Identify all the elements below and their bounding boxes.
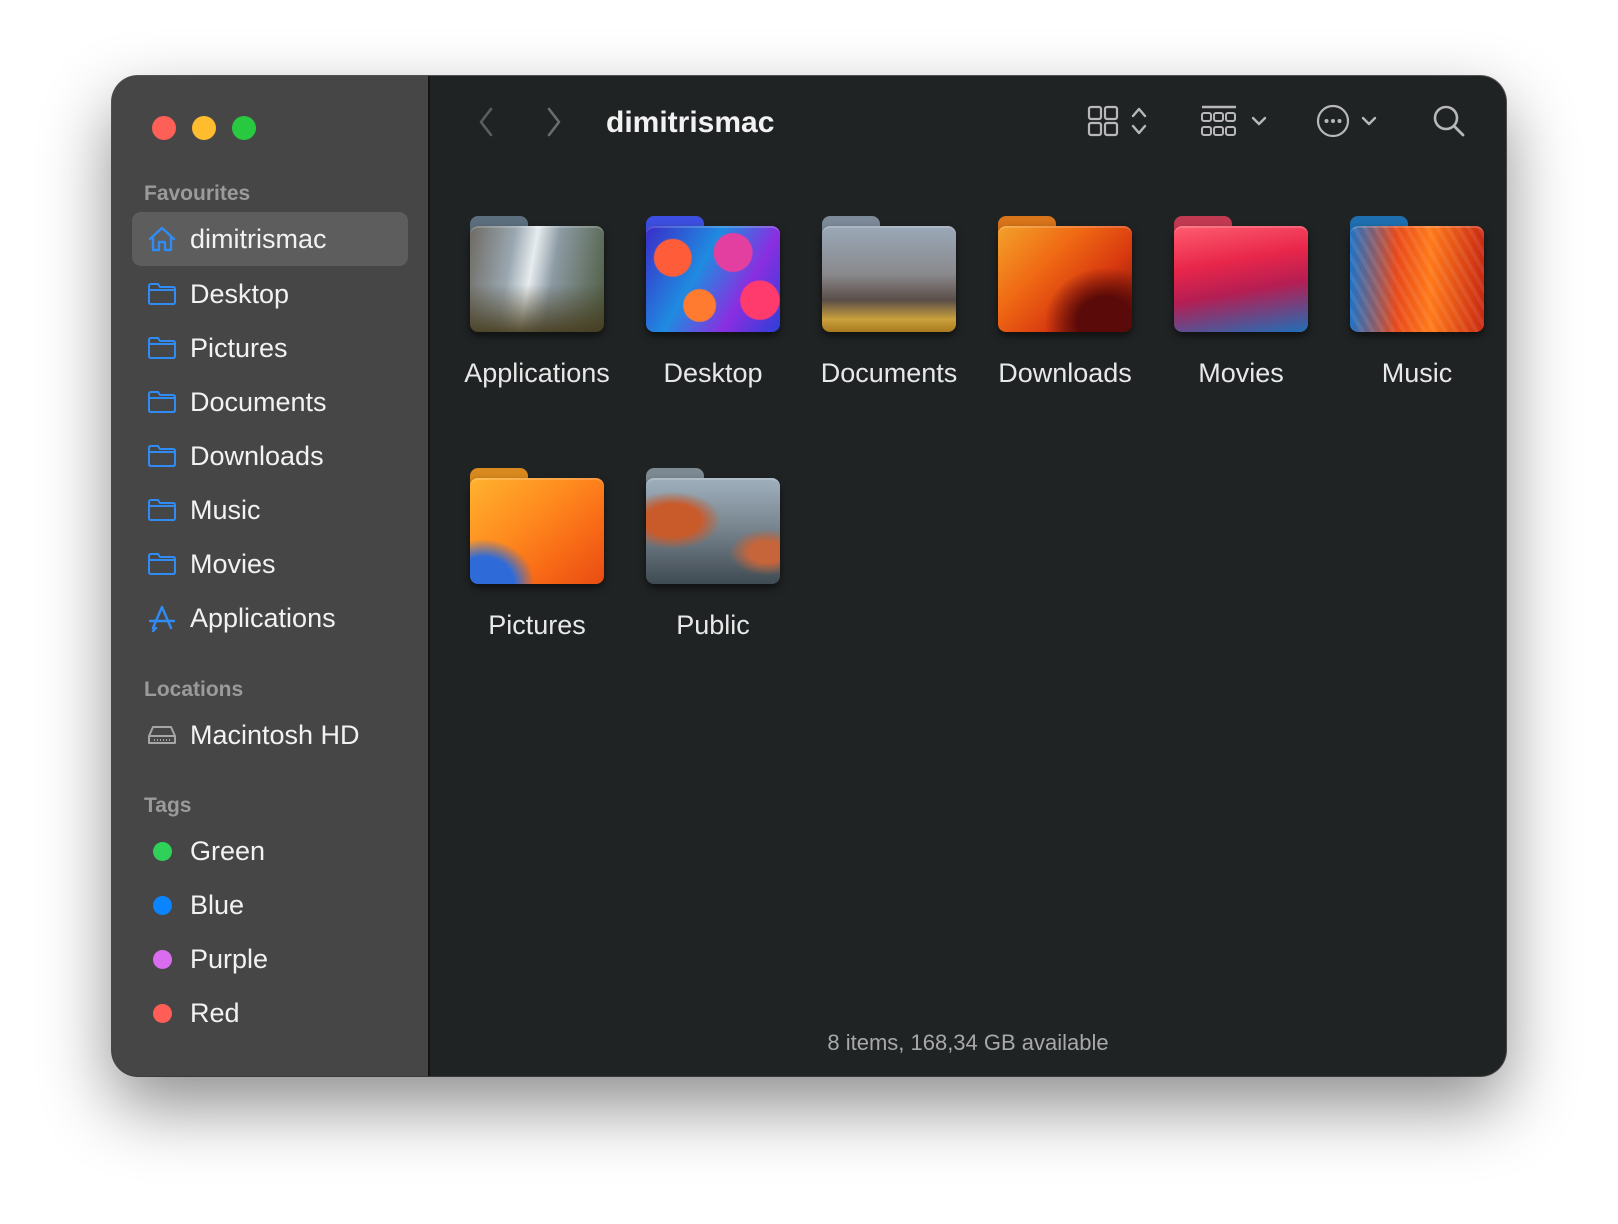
folder-icon (144, 336, 180, 360)
locations-heading: Locations (144, 678, 244, 701)
file-name: Music (1381, 358, 1453, 388)
ellipsis-circle-icon (1316, 104, 1350, 143)
chevron-left-icon (478, 107, 494, 142)
sidebar-item-label: Green (190, 835, 266, 866)
folder-icon (144, 390, 180, 414)
green-tag-dot-icon (152, 841, 172, 861)
purple-tag-dot-icon (152, 949, 172, 969)
chevron-down-icon (1360, 104, 1378, 143)
close-window-button[interactable] (152, 116, 176, 140)
search-button[interactable] (1432, 104, 1466, 143)
sidebar-item-tag-purple[interactable]: Purple (132, 932, 408, 986)
sidebar-item-home[interactable]: dimitrismac (132, 212, 408, 266)
folder-icon (646, 468, 780, 584)
sidebar-item-label: Documents (190, 386, 327, 417)
file-item-applications[interactable]: Applications (452, 216, 622, 389)
sidebar: Favourites dimitrismac Desktop Pictures … (112, 76, 430, 1076)
file-name: Documents (820, 358, 958, 388)
group-icon (1200, 104, 1238, 143)
chevron-down-icon (1250, 104, 1268, 143)
file-name: Downloads (998, 358, 1132, 388)
file-name: Applications (464, 358, 610, 388)
icon-grid-icon (1086, 104, 1120, 143)
file-name: Movies (1198, 358, 1284, 388)
folder-icon (822, 216, 956, 332)
sidebar-item-music[interactable]: Music (132, 483, 408, 537)
folder-icon (470, 216, 604, 332)
more-actions-button[interactable] (1316, 104, 1378, 143)
back-button[interactable] (466, 104, 506, 144)
sidebar-item-label: Desktop (190, 278, 290, 309)
folder-icon (144, 282, 180, 306)
search-icon (1432, 104, 1466, 143)
folder-icon (1174, 216, 1308, 332)
forward-button[interactable] (534, 104, 574, 144)
sidebar-item-movies[interactable]: Movies (132, 537, 408, 591)
sidebar-item-label: Pictures (190, 332, 288, 363)
folder-icon (998, 216, 1132, 332)
sidebar-item-label: Macintosh HD (190, 719, 360, 750)
file-item-pictures[interactable]: Pictures (452, 468, 622, 641)
chevron-up-down-icon (1130, 104, 1148, 143)
sidebar-item-tag-blue[interactable]: Blue (132, 878, 408, 932)
sidebar-item-label: Purple (190, 943, 269, 974)
sidebar-item-tag-red[interactable]: Red (132, 986, 408, 1040)
sidebar-item-label: Applications (190, 602, 336, 633)
file-item-documents[interactable]: Documents (804, 216, 974, 389)
tags-heading: Tags (144, 794, 192, 817)
favourites-heading: Favourites (144, 182, 251, 205)
window-title: dimitrismac (606, 106, 775, 139)
sidebar-item-macintosh-hd[interactable]: Macintosh HD (132, 708, 408, 762)
sidebar-item-label: Music (190, 494, 261, 525)
status-text: 8 items, 168,34 GB available (827, 1030, 1109, 1055)
file-item-music[interactable]: Music (1332, 216, 1502, 389)
file-name: Pictures (488, 610, 586, 640)
file-item-movies[interactable]: Movies (1156, 216, 1326, 389)
sidebar-item-tag-green[interactable]: Green (132, 824, 408, 878)
sidebar-item-label: Movies (190, 548, 276, 579)
folder-icon (144, 498, 180, 522)
file-name: Public (676, 610, 750, 640)
sidebar-item-label: Red (190, 997, 240, 1028)
finder-window: Favourites dimitrismac Desktop Pictures … (112, 76, 1506, 1076)
folder-icon (144, 552, 180, 576)
zoom-window-button[interactable] (232, 116, 256, 140)
view-mode-button[interactable] (1086, 104, 1148, 143)
group-button[interactable] (1200, 104, 1268, 143)
hard-drive-icon (144, 724, 180, 746)
home-icon (144, 225, 180, 253)
sidebar-item-desktop[interactable]: Desktop (132, 267, 408, 321)
sidebar-item-downloads[interactable]: Downloads (132, 429, 408, 483)
window-controls (152, 116, 256, 140)
file-item-desktop[interactable]: Desktop (628, 216, 798, 389)
folder-icon (470, 468, 604, 584)
file-item-downloads[interactable]: Downloads (980, 216, 1150, 389)
sidebar-item-pictures[interactable]: Pictures (132, 321, 408, 375)
file-name: Desktop (663, 358, 763, 388)
blue-tag-dot-icon (152, 895, 172, 915)
sidebar-item-label: Blue (190, 889, 245, 920)
sidebar-item-documents[interactable]: Documents (132, 375, 408, 429)
chevron-right-icon (546, 107, 562, 142)
sidebar-item-label: dimitrismac (190, 223, 327, 254)
folder-icon (646, 216, 780, 332)
applications-icon (144, 604, 180, 632)
folder-icon (1350, 216, 1484, 332)
folder-icon (144, 444, 180, 468)
sidebar-item-label: Downloads (190, 440, 324, 471)
file-item-public[interactable]: Public (628, 468, 798, 641)
status-bar: 8 items, 168,34 GB available (430, 1026, 1506, 1062)
sidebar-item-applications[interactable]: Applications (132, 591, 408, 645)
toolbar: dimitrismac (430, 76, 1506, 176)
red-tag-dot-icon (152, 1003, 172, 1023)
minimize-window-button[interactable] (192, 116, 216, 140)
